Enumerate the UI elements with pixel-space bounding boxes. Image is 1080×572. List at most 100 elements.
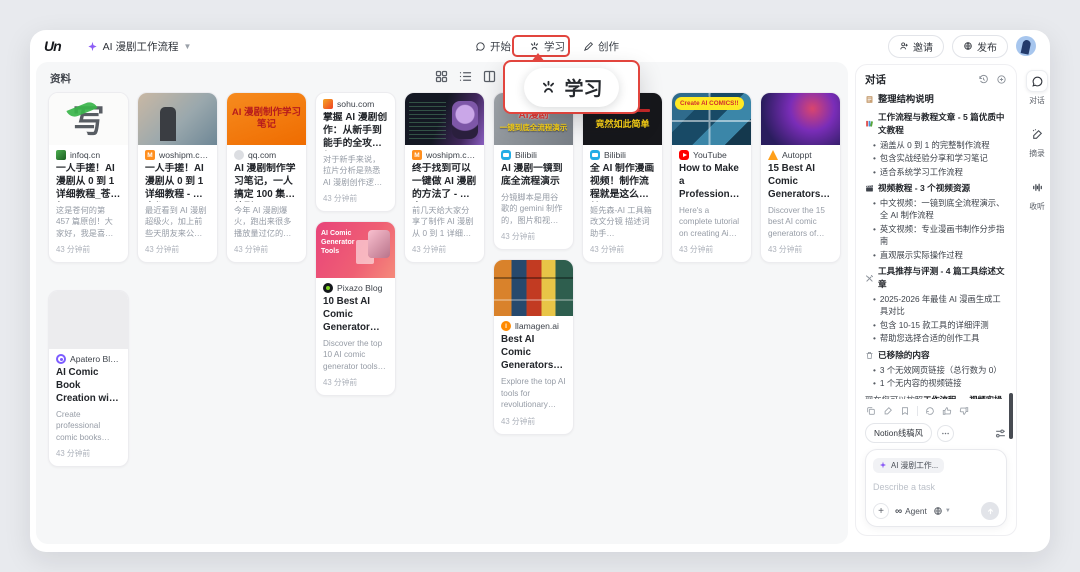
card-timestamp: 43 分钟前 xyxy=(501,231,566,242)
card-description: Explore the top AI tools for revolutiona… xyxy=(501,376,566,410)
card-source: infoq.cn xyxy=(70,150,100,160)
audio-bars-icon xyxy=(1031,181,1044,194)
list-view-icon[interactable] xyxy=(458,69,473,84)
rail-item-chat[interactable]: 对话 xyxy=(1026,70,1048,106)
card-description: Here's a complete tutorial on creating A… xyxy=(679,205,744,239)
globe-icon xyxy=(933,506,943,516)
card-source: YouTube xyxy=(693,150,727,160)
context-tag[interactable]: AI 漫剧工作... xyxy=(873,458,944,473)
highlight-icon[interactable] xyxy=(883,406,893,416)
attach-button[interactable]: + xyxy=(873,503,889,519)
card-source: Pixazo Blog xyxy=(337,283,382,293)
thumbs-up-icon[interactable] xyxy=(942,406,952,416)
resource-card-apatero[interactable]: Apatero Blo... AI Comic Book Creation wi… xyxy=(48,290,129,467)
card-thumbnail xyxy=(138,93,217,145)
card-title: 掌握 AI 漫剧创作：从新手到能手的全攻略与... xyxy=(323,112,388,151)
resource-card-youtube[interactable]: Create AI COMICS!! YouTube How to Make a… xyxy=(671,92,752,263)
card-thumbnail: Create AI COMICS!! xyxy=(672,93,751,145)
user-avatar[interactable] xyxy=(1016,36,1036,56)
excerpt-pen-icon xyxy=(1031,128,1044,141)
bilibili-favicon xyxy=(501,150,511,160)
llamagen-favicon: l xyxy=(501,321,511,331)
card-description: Create professional comic books using AI… xyxy=(56,409,121,443)
resource-card-woshipm1[interactable]: Mwoshipm.com 一人手搓！AI 漫剧从 0 到 1 详细教程 - 人人… xyxy=(137,92,218,263)
invite-button[interactable]: 邀请 xyxy=(888,35,944,58)
project-switcher[interactable]: AI 漫剧工作流程 ▼ xyxy=(87,39,192,54)
resource-card-sohu[interactable]: sohu.com 掌握 AI 漫剧创作：从新手到能手的全攻略与... 对于新手来… xyxy=(315,92,396,212)
publish-button[interactable]: 发布 xyxy=(952,35,1008,58)
history-icon[interactable] xyxy=(978,74,989,85)
pixazo-favicon xyxy=(323,283,333,293)
agent-selector[interactable]: ∞Agent xyxy=(895,506,927,517)
refresh-icon[interactable] xyxy=(925,406,935,416)
card-title: 全 AI 制作漫画视频！制作流程就是这么简单！！ xyxy=(590,163,655,202)
tab-start[interactable]: 开始 xyxy=(475,39,511,54)
person-plus-icon xyxy=(899,41,909,51)
tag-spark-icon xyxy=(879,461,887,469)
columns-view-icon[interactable] xyxy=(482,69,497,84)
resource-card-pixazo[interactable]: AI Comic Generator Tools Pixazo Blog 10 … xyxy=(315,221,396,396)
card-thumbnail: AI Comic Generator Tools xyxy=(316,222,395,278)
resource-card-bili1[interactable]: AI漫剧一镜到底全流程演示 Bilibili AI 漫剧一镜到底全流程演示 分镜… xyxy=(493,92,574,250)
resource-board: 资料 + 写 infoq.cn 一人手搓！AI 漫剧从 0 到 1 详细教程_苍… xyxy=(36,62,848,544)
card-source: Bilibili xyxy=(515,150,537,160)
resource-card-autoppt[interactable]: Autoppt 15 Best AI Comic Generators in..… xyxy=(760,92,841,263)
resource-card-qq[interactable]: AI 漫剧制作学习笔记 qq.com AI 漫剧制作学习笔记，一人搞定 100 … xyxy=(226,92,307,263)
card-timestamp: 43 分钟前 xyxy=(56,448,121,459)
card-description: Discover the top 10 AI comic generator t… xyxy=(323,338,388,372)
sohu-favicon xyxy=(323,99,333,109)
tab-learn[interactable]: 学习 xyxy=(529,39,565,54)
chat-panel: 对话 整理结构说明 工作流程与教程文章 - 5 篇优质中文教程 •涵盖从 0 到… xyxy=(855,64,1017,536)
card-timestamp: 43 分钟前 xyxy=(56,244,121,255)
card-thumbnail xyxy=(49,291,128,349)
card-timestamp: 43 分钟前 xyxy=(234,244,299,255)
card-title: AI 漫剧一镜到底全流程演示 xyxy=(501,163,566,189)
card-grid: 写 infoq.cn 一人手搓！AI 漫剧从 0 到 1 详细教程_苍何... … xyxy=(48,92,840,467)
board-title: 资料 xyxy=(50,71,71,86)
card-timestamp: 43 分钟前 xyxy=(145,244,210,255)
bilibili-favicon xyxy=(590,150,600,160)
topbar-actions: 邀请 发布 xyxy=(888,35,1036,58)
rail-item-excerpt[interactable]: 摘录 xyxy=(1026,123,1048,159)
resource-card-infoq[interactable]: 写 infoq.cn 一人手搓！AI 漫剧从 0 到 1 详细教程_苍何... … xyxy=(48,92,129,263)
pen-icon xyxy=(583,41,594,52)
chat-scrollbar[interactable] xyxy=(1009,393,1013,439)
style-row: Notion线稿风 xyxy=(865,423,1007,443)
resource-card-llamagen[interactable]: lllamagen.ai Best AI Comic Generators fo… xyxy=(493,259,574,434)
resource-card-woshipm2[interactable]: Mwoshipm.com 终于找到可以一键做 AI 漫剧的方法了 - 人人...… xyxy=(404,92,485,263)
card-title: 一人手搓！AI 漫剧从 0 到 1 详细教程 - 人人都... xyxy=(145,163,210,202)
card-source: Bilibili xyxy=(604,150,626,160)
magnified-learn-button: 学习 xyxy=(524,68,618,107)
task-input-card[interactable]: AI 漫剧工作... Describe a task + ∞Agent ▼ xyxy=(865,449,1007,527)
books-icon xyxy=(865,119,874,128)
task-input[interactable]: Describe a task xyxy=(873,482,999,492)
card-title: 15 Best AI Comic Generators in... xyxy=(768,163,833,202)
card-thumbnail: 写 xyxy=(49,93,128,145)
card-description: 前几天给大家分享了制作 AI 漫剧从 0 到 1 详细教程，深深感受... xyxy=(412,205,477,239)
bookmark-icon[interactable] xyxy=(900,406,910,416)
settings-sliders-icon[interactable] xyxy=(994,427,1007,440)
more-options-button[interactable] xyxy=(937,425,954,442)
card-title: Best AI Comic Generators for 2025: Top P… xyxy=(501,334,566,373)
send-button[interactable] xyxy=(981,502,999,520)
language-selector[interactable]: ▼ xyxy=(933,506,951,516)
chat-title: 对话 xyxy=(865,72,886,87)
message-actions xyxy=(865,399,1007,421)
copy-icon[interactable] xyxy=(866,406,876,416)
shine-spark-icon xyxy=(529,41,540,52)
woshipm-favicon: M xyxy=(412,150,422,160)
chevron-down-icon: ▼ xyxy=(184,42,192,51)
card-timestamp: 43 分钟前 xyxy=(590,244,655,255)
grid-view-icon[interactable] xyxy=(434,69,449,84)
tab-create[interactable]: 创作 xyxy=(583,39,619,54)
mode-tabs: 开始 学习 创作 xyxy=(475,30,619,62)
style-pill[interactable]: Notion线稿风 xyxy=(865,423,932,443)
card-timestamp: 43 分钟前 xyxy=(323,377,388,388)
card-title: How to Make a Professional Comic Book... xyxy=(679,163,744,202)
thumbs-down-icon[interactable] xyxy=(959,406,969,416)
rail-item-listen[interactable]: 收听 xyxy=(1026,176,1048,212)
new-chat-icon[interactable] xyxy=(996,74,1007,85)
clapper-icon xyxy=(865,184,874,193)
right-rail: 对话 摘录 收听 xyxy=(1024,70,1050,212)
resource-card-bili2[interactable]: 竟然如此简单 Bilibili 全 AI 制作漫画视频！制作流程就是这么简单！！… xyxy=(582,92,663,263)
